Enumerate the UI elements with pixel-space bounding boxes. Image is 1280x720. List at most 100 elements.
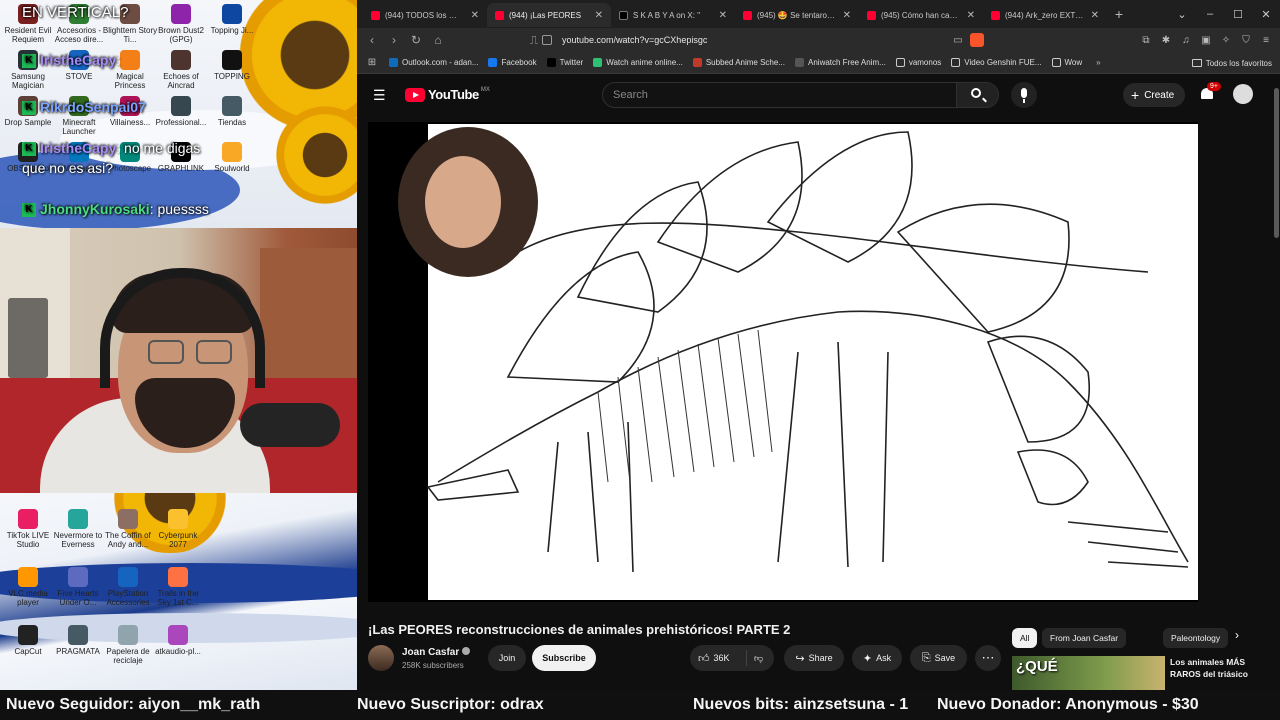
subscribe-button[interactable]: Subscribe — [532, 645, 596, 671]
bookmark-item[interactable]: Wow — [1051, 58, 1082, 67]
desktop-shortcut[interactable]: PRAGMATA — [50, 625, 106, 656]
reload-icon[interactable]: ↻ — [405, 33, 427, 47]
ai-icon[interactable]: ✧ — [1218, 35, 1234, 46]
home-icon[interactable]: ⌂ — [427, 33, 449, 47]
webcam-cabinet — [260, 248, 357, 388]
channel-name[interactable]: Joan Casfar — [402, 647, 471, 658]
channel-avatar[interactable] — [368, 645, 394, 671]
tab-close-icon[interactable]: ✕ — [471, 10, 479, 21]
recommended-video-thumbnail[interactable]: ¿QUÉ — [1012, 656, 1165, 690]
tab-label: S K A B Y A on X: " — [633, 10, 701, 20]
extensions-icon[interactable]: ⧉ — [1138, 35, 1154, 46]
music-icon[interactable]: ♫ — [1178, 35, 1194, 46]
share-icon: ↪ — [795, 652, 805, 665]
desktop-shortcut[interactable]: Papelera de reciclaje — [100, 625, 156, 665]
bookmark-item[interactable]: vamonos — [895, 58, 941, 67]
desktop-shortcut[interactable]: VLC media player — [0, 567, 56, 607]
scrollbar[interactable] — [1274, 88, 1279, 238]
chat-username: JhonnyKurosaki — [40, 201, 150, 217]
desktop-shortcut[interactable]: TikTok LIVE Studio — [0, 509, 56, 549]
video-player[interactable] — [368, 122, 1198, 602]
chip-from-channel[interactable]: From Joan Casfar — [1042, 628, 1127, 648]
address-bar: ‹ › ↻ ⌂ ⎍ youtube.com/watch?v=gcCXhepisg… — [357, 28, 1280, 52]
url-field[interactable]: youtube.com/watch?v=gcCXhepisgc — [542, 30, 1082, 50]
chat-message: K IristheCapy: — [22, 52, 121, 69]
browser-tab[interactable]: (944) Ark_zero EXTRA - Yo ✕ — [983, 3, 1107, 27]
youtube-favicon-icon — [743, 10, 752, 20]
minimize-icon[interactable]: – — [1196, 8, 1224, 20]
browser-tab[interactable]: (945) Cómo han cambiado ✕ — [859, 3, 983, 27]
account-avatar[interactable] — [1233, 84, 1253, 104]
bookmark-item[interactable]: Facebook — [488, 58, 537, 67]
desktop-shortcut[interactable]: Nevermore to Everness — [50, 509, 106, 549]
app-icon — [18, 509, 38, 529]
notifications-bell-icon[interactable]: 9+ — [1199, 82, 1221, 102]
back-icon[interactable]: ‹ — [361, 33, 383, 47]
bookmark-item[interactable]: Video Genshin FUE... — [951, 58, 1042, 67]
youtube-play-icon — [405, 87, 425, 102]
browser-tab[interactable]: S K A B Y A on X: " ✕ — [611, 3, 735, 27]
bookmark-item[interactable]: Twitter — [546, 58, 583, 67]
share-button[interactable]: ↪ Share — [784, 645, 844, 671]
forward-icon[interactable]: › — [383, 33, 405, 47]
cast-icon[interactable]: ▭ — [950, 35, 966, 46]
menu-icon[interactable]: ≡ — [1258, 35, 1274, 46]
app-icon — [168, 567, 188, 587]
desktop-shortcut[interactable]: PlayStation Accessories — [100, 567, 156, 607]
tab-close-icon[interactable]: ✕ — [595, 10, 603, 21]
search-box[interactable]: Search — [602, 82, 999, 108]
bookmarks-bar: ⊞ Outlook.com - adan... Facebook Twitter Wa… — [357, 52, 1280, 74]
browser-tab[interactable]: (945) 🤩 Se tentaron en p ✕ — [735, 3, 859, 27]
bookmark-item[interactable]: Aniwatch Free Anim... — [795, 58, 886, 67]
chat-text: : puessss — [149, 201, 209, 217]
chevron-right-icon[interactable]: › — [1235, 628, 1239, 642]
site-info-icon[interactable] — [542, 35, 552, 45]
chip-paleontology[interactable]: Paleontology — [1163, 628, 1229, 648]
hamburger-menu-icon[interactable]: ☰ — [373, 87, 386, 104]
tab-close-icon[interactable]: ✕ — [967, 10, 975, 21]
bookmark-favicon-icon — [389, 58, 398, 67]
browser-tab[interactable]: (944) TODOS los 🔗 VIDEOS ✕ — [363, 3, 487, 27]
join-button[interactable]: Join — [488, 645, 526, 671]
close-window-icon[interactable]: ✕ — [1252, 8, 1280, 21]
desktop-shortcut[interactable]: CapCut — [0, 625, 56, 656]
search-input[interactable]: Search — [613, 89, 648, 101]
browser-tab[interactable]: (944) ¡Las PEORES ✕ — [487, 3, 611, 27]
recommended-video-title[interactable]: Los animales MÁS RAROS del triásico — [1170, 656, 1270, 680]
tab-search-icon[interactable]: ⌄ — [1168, 8, 1196, 21]
desktop-shortcut[interactable]: Five Hearts Under O... — [50, 567, 106, 607]
bookmark-label: Outlook.com - adan... — [402, 58, 479, 67]
desktop-shortcut[interactable]: Trails in the Sky 1st C... — [150, 567, 206, 607]
maximize-icon[interactable]: ☐ — [1224, 8, 1252, 21]
voice-search-icon[interactable] — [1011, 82, 1037, 108]
vpn-icon[interactable]: ⛉ — [1238, 35, 1254, 46]
save-button[interactable]: ⎘ Save — [910, 645, 967, 671]
bookmark-item[interactable]: Watch anime online... — [593, 58, 683, 67]
tab-close-icon[interactable]: ✕ — [1091, 10, 1099, 21]
new-tab-button[interactable]: + — [1107, 6, 1131, 22]
ask-button[interactable]: ✦ Ask — [852, 645, 902, 671]
new-subscriber-alert: Nuevo Suscriptor: odrax — [357, 696, 544, 713]
apps-grid-icon[interactable]: ⊞ — [361, 57, 383, 68]
brave-shield-icon[interactable] — [970, 33, 984, 47]
all-bookmarks[interactable]: Todos los favoritos — [1191, 52, 1272, 74]
create-button[interactable]: + Create — [1123, 83, 1185, 107]
chat-text: : — [116, 52, 121, 68]
tab-close-icon[interactable]: ✕ — [719, 10, 727, 21]
tab-close-icon[interactable]: ✕ — [843, 10, 851, 21]
thumbs-down-icon[interactable]: 👎︎ — [754, 653, 763, 664]
more-actions-button[interactable]: ⋯ — [975, 645, 1001, 671]
wallet-icon[interactable]: ▣ — [1198, 35, 1214, 46]
chip-all[interactable]: All — [1012, 628, 1038, 648]
chat-message: K RikrdoSenpai07 — [22, 99, 146, 116]
desktop-shortcut[interactable]: The Coffin of Andy and... — [100, 509, 156, 549]
search-button[interactable] — [956, 83, 998, 107]
puzzle-icon[interactable]: ✱ — [1158, 35, 1174, 46]
bookmark-item[interactable]: Subbed Anime Sche... — [692, 58, 785, 67]
like-button[interactable]: 👍︎ 36K 👎︎ — [690, 645, 774, 671]
desktop-shortcut[interactable]: atkaudio-pl... — [150, 625, 206, 656]
desktop-shortcut[interactable]: Cyberpunk 2077 — [150, 509, 206, 549]
bookmarks-overflow-button[interactable]: » — [1096, 58, 1100, 67]
bookmark-item[interactable]: Outlook.com - adan... — [389, 58, 478, 67]
youtube-logo[interactable]: YouTube MX — [405, 87, 490, 102]
